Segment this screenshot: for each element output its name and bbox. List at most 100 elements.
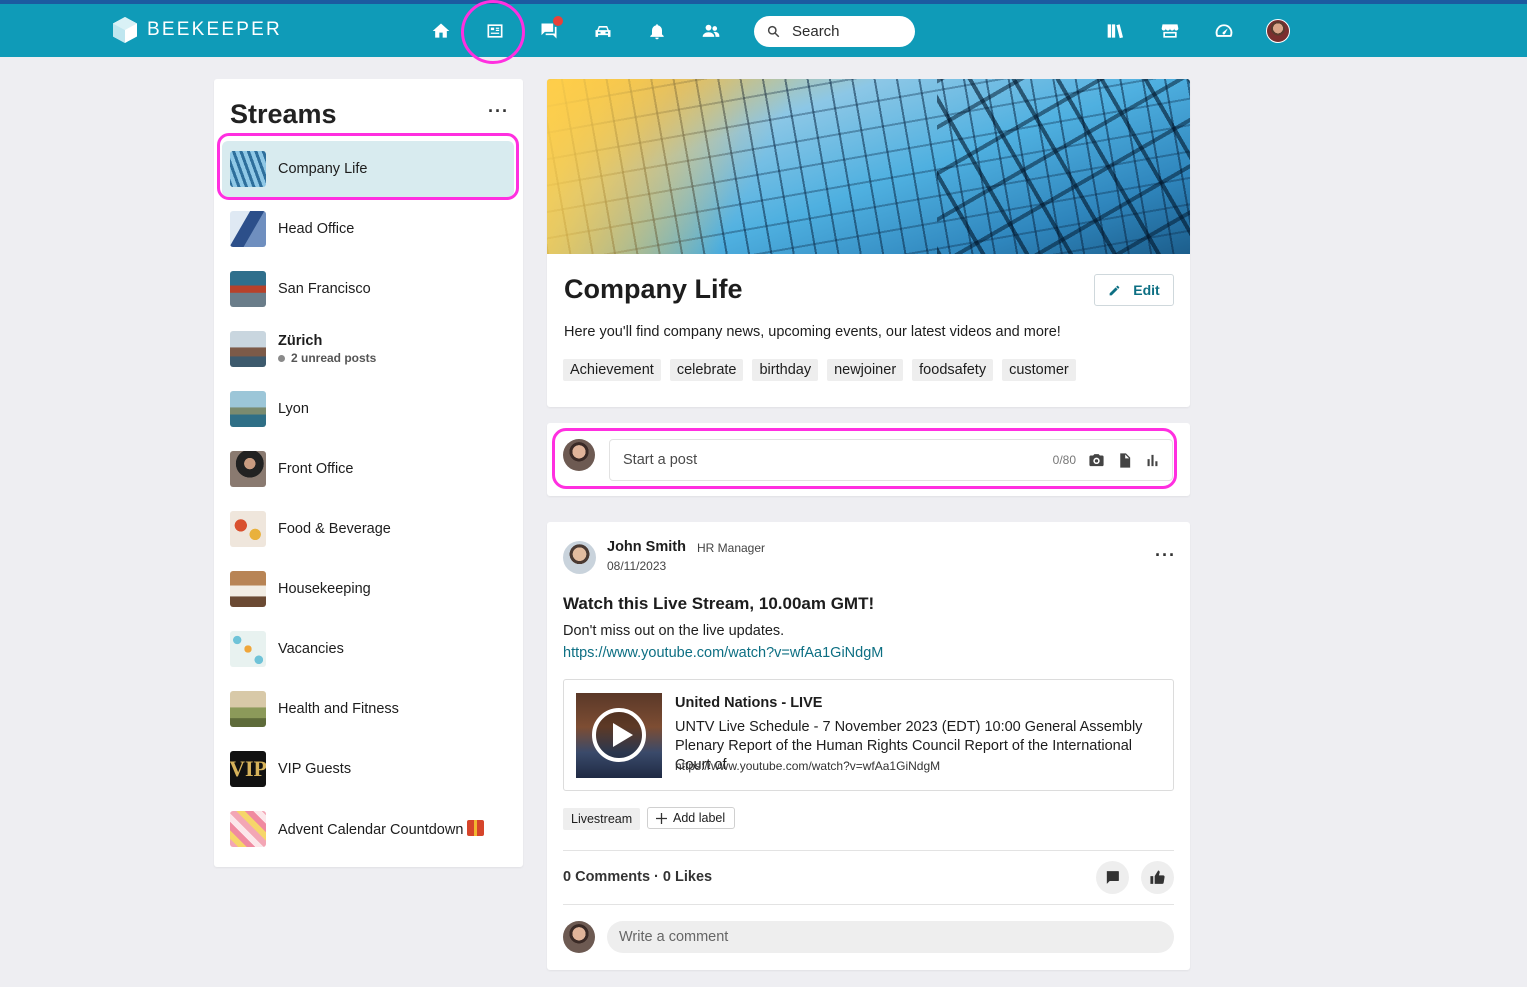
start-post-input[interactable] xyxy=(623,452,1053,468)
search-icon xyxy=(767,25,780,38)
sidebar-item-label: Housekeeping xyxy=(278,581,371,597)
post-label-chip[interactable]: Livestream xyxy=(563,808,641,830)
thumbs-up-icon xyxy=(1150,870,1165,884)
sidebar-item-company-life[interactable]: Company Life xyxy=(222,141,514,197)
user-avatar[interactable] xyxy=(1266,19,1290,43)
comment-field[interactable] xyxy=(607,921,1174,953)
poll-icon[interactable] xyxy=(1144,452,1161,469)
sidebar-item-label: Food & Beverage xyxy=(278,521,391,537)
notification-badge xyxy=(553,16,563,26)
sidebar-item-label: Lyon xyxy=(278,401,309,417)
user-avatar xyxy=(563,439,595,471)
author-avatar[interactable] xyxy=(563,541,596,574)
unread-indicator: 2 unread posts xyxy=(278,351,376,365)
post-composer: 0/80 xyxy=(547,423,1190,496)
camera-icon[interactable] xyxy=(1088,452,1105,469)
link-preview[interactable]: United Nations - LIVE UNTV Live Schedule… xyxy=(563,679,1174,791)
stream-thumbnail xyxy=(230,331,266,367)
tag-chip[interactable]: newjoiner xyxy=(827,359,904,381)
divider xyxy=(563,850,1174,851)
sidebar-item-zurich[interactable]: Zürich 2 unread posts xyxy=(222,321,514,377)
comment-button[interactable] xyxy=(1096,861,1129,894)
add-label-button[interactable]: Add label xyxy=(647,807,736,829)
post-body: Don't miss out on the live updates. xyxy=(563,623,785,639)
play-icon xyxy=(592,708,646,762)
sidebar-item-food-beverage[interactable]: Food & Beverage xyxy=(222,501,514,557)
comment-input[interactable] xyxy=(619,929,1174,945)
stream-thumbnail xyxy=(230,571,266,607)
search-input[interactable] xyxy=(792,23,902,40)
divider xyxy=(563,904,1174,905)
sidebar-item-label: Advent Calendar Countdown xyxy=(278,820,485,838)
beekeeper-logo-icon xyxy=(113,17,137,43)
stream-title: Company Life xyxy=(564,274,743,304)
gift-icon xyxy=(467,820,485,836)
sidebar-item-advent-calendar[interactable]: Advent Calendar Countdown xyxy=(222,801,514,857)
tag-chip[interactable]: Achievement xyxy=(563,359,661,381)
streams-icon[interactable] xyxy=(482,18,508,44)
edit-stream-button[interactable]: Edit xyxy=(1094,274,1174,306)
add-label-text: Add label xyxy=(673,811,726,825)
edit-label: Edit xyxy=(1133,282,1160,298)
shifts-icon[interactable] xyxy=(590,18,616,44)
post-more-icon[interactable]: ··· xyxy=(1155,545,1176,566)
preview-title: United Nations - LIVE xyxy=(675,695,823,711)
sidebar-item-vacancies[interactable]: Vacancies xyxy=(222,621,514,677)
file-icon[interactable] xyxy=(1116,452,1133,469)
library-icon[interactable] xyxy=(1103,18,1129,44)
sidebar-item-label: San Francisco xyxy=(278,281,371,297)
store-icon[interactable] xyxy=(1157,18,1183,44)
stream-thumbnail xyxy=(230,631,266,667)
chat-icon[interactable] xyxy=(536,16,563,44)
post-title: Watch this Live Stream, 10.00am GMT! xyxy=(563,594,875,613)
sidebar-item-label: Head Office xyxy=(278,221,355,237)
sidebar-item-front-office[interactable]: Front Office xyxy=(222,441,514,497)
sidebar-item-head-office[interactable]: Head Office xyxy=(222,201,514,257)
stream-thumbnail: VIP xyxy=(230,751,266,787)
tag-chip[interactable]: celebrate xyxy=(669,359,744,381)
unread-count: 2 unread posts xyxy=(291,351,377,365)
plus-icon xyxy=(656,812,667,824)
stream-banner-image xyxy=(547,79,1190,254)
top-navigation-bar: BEEKEEPER xyxy=(0,4,1527,57)
author-name[interactable]: John Smith xyxy=(607,539,686,555)
stream-thumbnail xyxy=(230,211,266,247)
post-link[interactable]: https://www.youtube.com/watch?v=wfAa1GiN… xyxy=(563,645,883,661)
sidebar-item-housekeeping[interactable]: Housekeeping xyxy=(222,561,514,617)
sidebar-title: Streams xyxy=(230,99,337,129)
sidebar-item-text: Advent Calendar Countdown xyxy=(278,822,464,838)
dashboard-icon[interactable] xyxy=(1211,18,1237,44)
stream-thumbnail xyxy=(230,151,266,187)
tag-chip[interactable]: birthday xyxy=(752,359,819,381)
unread-dot xyxy=(278,354,285,362)
app-logo[interactable]: BEEKEEPER xyxy=(113,17,282,43)
sidebar-item-label: VIP Guests xyxy=(278,761,352,777)
stream-thumbnail xyxy=(230,451,266,487)
post-stats: 0 Comments · 0 Likes xyxy=(563,869,713,885)
like-button[interactable] xyxy=(1141,861,1174,894)
tag-chip[interactable]: foodsafety xyxy=(912,359,994,381)
sidebar-item-health-fitness[interactable]: Health and Fitness xyxy=(222,681,514,737)
app-name: BEEKEEPER xyxy=(147,19,282,40)
sidebar-item-label: Zürich xyxy=(278,333,323,349)
search-box[interactable] xyxy=(754,16,915,47)
tag-chip[interactable]: customer xyxy=(1002,359,1076,381)
notifications-icon[interactable] xyxy=(644,18,670,44)
sidebar-item-label: Company Life xyxy=(278,161,368,177)
stream-header-card: Company Life Edit Here you'll find compa… xyxy=(547,79,1190,407)
sidebar-item-lyon[interactable]: Lyon xyxy=(222,381,514,437)
home-icon[interactable] xyxy=(428,18,454,44)
pencil-icon xyxy=(1109,285,1120,295)
stream-thumbnail xyxy=(230,391,266,427)
sidebar-item-vip-guests[interactable]: VIP VIP Guests xyxy=(222,741,514,797)
sidebar-more-icon[interactable]: ··· xyxy=(488,101,509,122)
character-counter: 0/80 xyxy=(1052,453,1076,467)
stream-thumbnail xyxy=(230,271,266,307)
streams-sidebar: Streams ··· Company Life Head Office San… xyxy=(214,79,523,867)
stream-description: Here you'll find company news, upcoming … xyxy=(564,324,1061,340)
people-icon[interactable] xyxy=(698,18,724,44)
separator-dot: · xyxy=(681,539,685,553)
composer-field[interactable]: 0/80 xyxy=(609,439,1173,481)
sidebar-item-san-francisco[interactable]: San Francisco xyxy=(222,261,514,317)
stream-thumbnail xyxy=(230,511,266,547)
